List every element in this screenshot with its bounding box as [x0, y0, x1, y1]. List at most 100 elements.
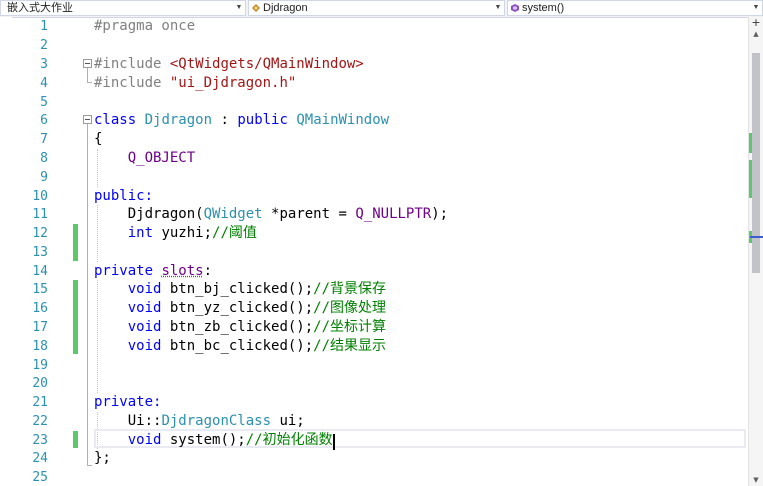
outline-line	[87, 124, 88, 465]
change-marker	[73, 224, 78, 261]
change-overview-mark	[749, 160, 752, 198]
class-icon	[252, 4, 260, 12]
line-number: 10	[32, 189, 48, 204]
void-keyword: void	[127, 281, 162, 297]
code-line-23[interactable]: void system();//初始化函数	[94, 431, 335, 450]
line-number: 1	[40, 19, 48, 34]
line-number: 19	[32, 358, 48, 373]
slot-declaration: btn_bj_clicked();	[169, 281, 314, 297]
code-line-8[interactable]: Q_OBJECT	[94, 149, 195, 168]
param-name: *parent	[271, 206, 331, 222]
member-dropdown[interactable]: system() ▼	[507, 0, 763, 16]
q-object-macro: Q_OBJECT	[127, 150, 196, 166]
pragma-directive: #pragma once	[94, 18, 196, 34]
comment: //结果显示	[313, 338, 387, 354]
code-line-15[interactable]: void btn_bj_clicked();//背景保存	[94, 280, 386, 299]
collapse-icon[interactable]	[83, 59, 92, 68]
method-icon	[511, 4, 519, 12]
comment: //背景保存	[313, 281, 387, 297]
private-keyword: private	[94, 263, 154, 279]
constructor-name: Djdragon(	[127, 206, 204, 222]
scroll-up-icon[interactable]: ▲	[749, 29, 763, 40]
split-view-button[interactable]: +	[749, 17, 763, 29]
scroll-down-icon[interactable]: ▼	[749, 475, 763, 486]
base-class-name: QMainWindow	[296, 112, 390, 128]
change-marker	[73, 280, 78, 354]
code-line-7[interactable]: {	[94, 130, 102, 149]
comment: //坐标计算	[313, 319, 387, 335]
line-number: 16	[32, 301, 48, 316]
chevron-down-icon[interactable]: ▼	[492, 1, 504, 15]
code-line-16[interactable]: void btn_yz_clicked();//图像处理	[94, 299, 386, 318]
member-declaration: yuzhi;	[161, 225, 213, 241]
include-path: <QtWidgets/QMainWindow>	[169, 56, 364, 72]
include-path: "ui_Djdragon.h"	[169, 75, 297, 91]
line-number: 12	[32, 226, 48, 241]
public-access-label: public:	[94, 188, 154, 204]
param-type: QWidget	[203, 206, 263, 222]
void-keyword: void	[127, 300, 162, 316]
chevron-down-icon[interactable]: ▼	[750, 1, 762, 15]
null-macro: Q_NULLPTR	[355, 206, 432, 222]
class-keyword: class	[94, 112, 137, 128]
class-name: Djdragon	[144, 112, 213, 128]
line-number: 15	[32, 282, 48, 297]
line-number: 17	[32, 320, 48, 335]
outline-line	[87, 68, 88, 82]
code-editor[interactable]: 嵌入式大作业 ▼ Djdragon ▼ system() ▼ 1 2 3 4 5…	[0, 0, 763, 486]
project-dropdown[interactable]: 嵌入式大作业 ▼	[0, 0, 246, 16]
namespace-prefix: Ui::	[127, 413, 162, 429]
close-brace: };	[94, 450, 111, 466]
code-line-1[interactable]: #pragma once	[94, 17, 195, 36]
vertical-scrollbar[interactable]: + ▲ ▼	[748, 17, 763, 486]
chevron-down-icon[interactable]: ▼	[233, 1, 245, 15]
code-line-24[interactable]: };	[94, 449, 111, 468]
member-declaration: ui;	[279, 413, 305, 429]
selection-margin[interactable]	[0, 17, 12, 486]
text-caret	[332, 434, 335, 450]
access-colon: :	[203, 263, 213, 279]
class-dropdown[interactable]: Djdragon ▼	[248, 0, 505, 16]
slot-declaration: btn_bc_clicked();	[169, 338, 314, 354]
code-line-10[interactable]: public:	[94, 187, 153, 206]
line-number: 20	[32, 376, 48, 391]
outline-end	[87, 82, 92, 83]
code-line-11[interactable]: Djdragon(QWidget *parent = Q_NULLPTR);	[94, 205, 448, 224]
line-number: 8	[40, 151, 48, 166]
line-number: 13	[32, 245, 48, 260]
change-marker	[73, 431, 78, 448]
line-number: 14	[32, 264, 48, 279]
code-line-3[interactable]: #include <QtWidgets/QMainWindow>	[94, 55, 364, 74]
method-declaration: system();	[169, 432, 246, 448]
comment: //初始化函数	[245, 432, 333, 448]
line-number: 11	[32, 207, 48, 222]
comment: //图像处理	[313, 300, 387, 316]
code-line-18[interactable]: void btn_bc_clicked();//结果显示	[94, 337, 386, 356]
class-label: Djdragon	[263, 2, 308, 14]
line-number: 18	[32, 339, 48, 354]
inheritance-colon: :	[220, 112, 229, 128]
line-number: 6	[40, 113, 48, 128]
collapse-icon[interactable]	[83, 115, 92, 124]
line-number: 4	[40, 76, 48, 91]
slot-declaration: btn_zb_clicked();	[169, 319, 314, 335]
line-number: 2	[40, 38, 48, 53]
line-number: 24	[32, 451, 48, 466]
slot-declaration: btn_yz_clicked();	[169, 300, 314, 316]
line-number: 7	[40, 132, 48, 147]
code-line-17[interactable]: void btn_zb_clicked();//坐标计算	[94, 318, 386, 337]
scroll-thumb[interactable]	[752, 53, 760, 273]
line-number: 5	[40, 95, 48, 110]
private-access-label: private:	[94, 394, 162, 410]
line-number: 3	[40, 57, 48, 72]
open-brace: {	[94, 131, 103, 147]
line-number: 25	[32, 470, 48, 485]
code-line-12[interactable]: int yuzhi;//阈值	[94, 224, 257, 243]
code-line-4[interactable]: #include "ui_Djdragon.h"	[94, 74, 296, 93]
line-number: 21	[32, 395, 48, 410]
ui-class-type: DjdragonClass	[161, 413, 272, 429]
code-line-6[interactable]: class Djdragon : public QMainWindow	[94, 111, 389, 130]
code-line-14[interactable]: private slots:	[94, 262, 212, 281]
code-line-22[interactable]: Ui::DjdragonClass ui;	[94, 412, 305, 431]
code-line-21[interactable]: private:	[94, 393, 161, 412]
